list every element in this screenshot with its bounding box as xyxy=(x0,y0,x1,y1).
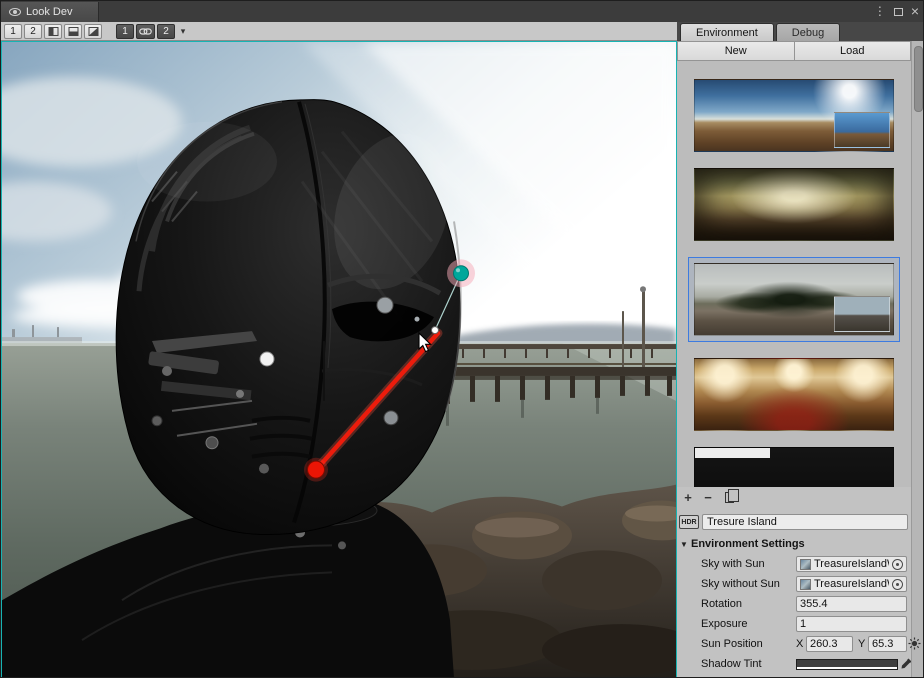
rotation-label: Rotation xyxy=(701,598,742,610)
environment-name-field[interactable]: Tresure Island xyxy=(702,514,908,530)
top-bar: 1 2 1 2 ▾ Environment Debug xyxy=(1,22,923,41)
sun-gizmo-mid-dot[interactable] xyxy=(432,327,439,334)
split-diagonal-icon xyxy=(88,26,99,37)
settings-title: Environment Settings xyxy=(691,538,805,550)
rotation-input[interactable]: 355.4 xyxy=(796,596,907,612)
link-icon xyxy=(139,27,152,36)
add-environment-button[interactable]: + xyxy=(681,490,695,505)
object-picker-icon[interactable] xyxy=(892,559,903,570)
exposure-input[interactable]: 1 xyxy=(796,616,907,632)
row-sky-without-sun: Sky without Sun TreasureIslandWh xyxy=(677,575,911,593)
eye-icon xyxy=(9,8,21,16)
split-horizontal-icon xyxy=(68,26,79,37)
tab-environment[interactable]: Environment xyxy=(680,23,774,41)
row-shadow-tint: Shadow Tint xyxy=(677,655,911,673)
sun-x-input[interactable]: 260.3 xyxy=(806,636,853,652)
panel-scrollbar[interactable] xyxy=(911,41,924,678)
thumbnail-inset xyxy=(834,112,890,148)
load-button[interactable]: Load xyxy=(795,41,912,61)
close-icon[interactable]: × xyxy=(911,1,919,22)
sky-with-sun-object-field[interactable]: TreasureIslandWh xyxy=(796,556,907,572)
hdr-name-row: HDR Tresure Island xyxy=(677,513,911,531)
sky-without-sun-label: Sky without Sun xyxy=(701,578,780,590)
link-environments-button[interactable] xyxy=(136,24,155,39)
duplicate-environment-icon[interactable] xyxy=(725,492,734,503)
foldout-triangle-icon[interactable]: ▼ xyxy=(677,540,691,549)
layout-stacked-button[interactable] xyxy=(64,24,82,39)
row-sky-with-sun: Sky with Sun TreasureIslandWh xyxy=(677,555,911,573)
env-thumbnail-forest-clearing[interactable] xyxy=(694,168,894,241)
viewport[interactable] xyxy=(1,41,677,678)
sun-gizmo-red-handle[interactable] xyxy=(308,461,325,478)
env-thumbnail-ornate-interior[interactable] xyxy=(694,358,894,431)
maximize-icon[interactable] xyxy=(894,8,903,16)
window-title: Look Dev xyxy=(26,6,72,18)
sun-picker-icon[interactable] xyxy=(908,637,921,650)
cubemap-icon xyxy=(800,579,811,590)
cubemap-icon xyxy=(800,559,811,570)
env-thumbnail-dark-studio[interactable] xyxy=(694,447,894,487)
sky-without-sun-object-field[interactable]: TreasureIslandWh xyxy=(796,576,907,592)
sun-gizmo-teal-handle[interactable] xyxy=(454,266,469,281)
env-thumbnail-treasure-island[interactable] xyxy=(694,263,894,336)
shadow-tint-color-field[interactable] xyxy=(796,659,898,670)
environment-2-button[interactable]: 2 xyxy=(157,24,175,39)
env-thumbnail-desert-noon-sky[interactable] xyxy=(694,79,894,152)
lookdev-toolbar: 1 2 1 2 ▾ xyxy=(1,22,677,41)
row-rotation: Rotation 355.4 xyxy=(677,595,911,613)
object-picker-icon[interactable] xyxy=(892,579,903,590)
window-menu-icon[interactable]: ⋮ xyxy=(874,1,886,22)
hdr-badge: HDR xyxy=(679,515,699,529)
remove-environment-button[interactable]: − xyxy=(701,490,715,505)
sun-position-label: Sun Position xyxy=(701,638,763,650)
toolbar-dropdown[interactable]: ▾ xyxy=(177,24,189,39)
panel-tab-strip: Environment Debug xyxy=(677,22,923,41)
exposure-label: Exposure xyxy=(701,618,747,630)
thumbnail-list-toolbar: + − xyxy=(677,487,911,507)
lookdev-window: Look Dev ⋮ × 1 2 1 2 ▾ xyxy=(0,0,924,678)
shadow-tint-label: Shadow Tint xyxy=(701,658,762,670)
sun-x-label: X xyxy=(796,638,803,650)
sun-y-input[interactable]: 65.3 xyxy=(868,636,907,652)
environment-panel: New Load + − HDR Tresure Island ▼ Enviro… xyxy=(677,41,911,678)
environment-thumbnail-list[interactable] xyxy=(677,61,911,487)
sun-y-label: Y xyxy=(858,638,865,650)
row-exposure: Exposure 1 xyxy=(677,615,911,633)
selected-thumbnail-frame xyxy=(688,257,900,342)
new-button[interactable]: New xyxy=(677,41,795,61)
layout-single-1-button[interactable]: 1 xyxy=(4,24,22,39)
sky-with-sun-label: Sky with Sun xyxy=(701,558,765,570)
thumbnail-inset xyxy=(834,296,890,332)
layout-side-by-side-button[interactable] xyxy=(44,24,62,39)
row-sun-position: Sun Position X 260.3 Y 65.3 xyxy=(677,635,911,653)
viewport-render[interactable] xyxy=(2,42,676,678)
environment-1-button[interactable]: 1 xyxy=(116,24,134,39)
title-bar: Look Dev ⋮ × xyxy=(1,1,923,22)
split-vertical-icon xyxy=(48,26,59,37)
environment-settings-header[interactable]: ▼ Environment Settings xyxy=(677,535,911,553)
tab-debug[interactable]: Debug xyxy=(776,23,840,41)
library-actions: New Load xyxy=(677,41,911,61)
layout-single-2-button[interactable]: 2 xyxy=(24,24,42,39)
scrollbar-thumb[interactable] xyxy=(914,46,923,112)
window-tab-lookdev[interactable]: Look Dev xyxy=(1,2,99,22)
layout-split-button[interactable] xyxy=(84,24,102,39)
